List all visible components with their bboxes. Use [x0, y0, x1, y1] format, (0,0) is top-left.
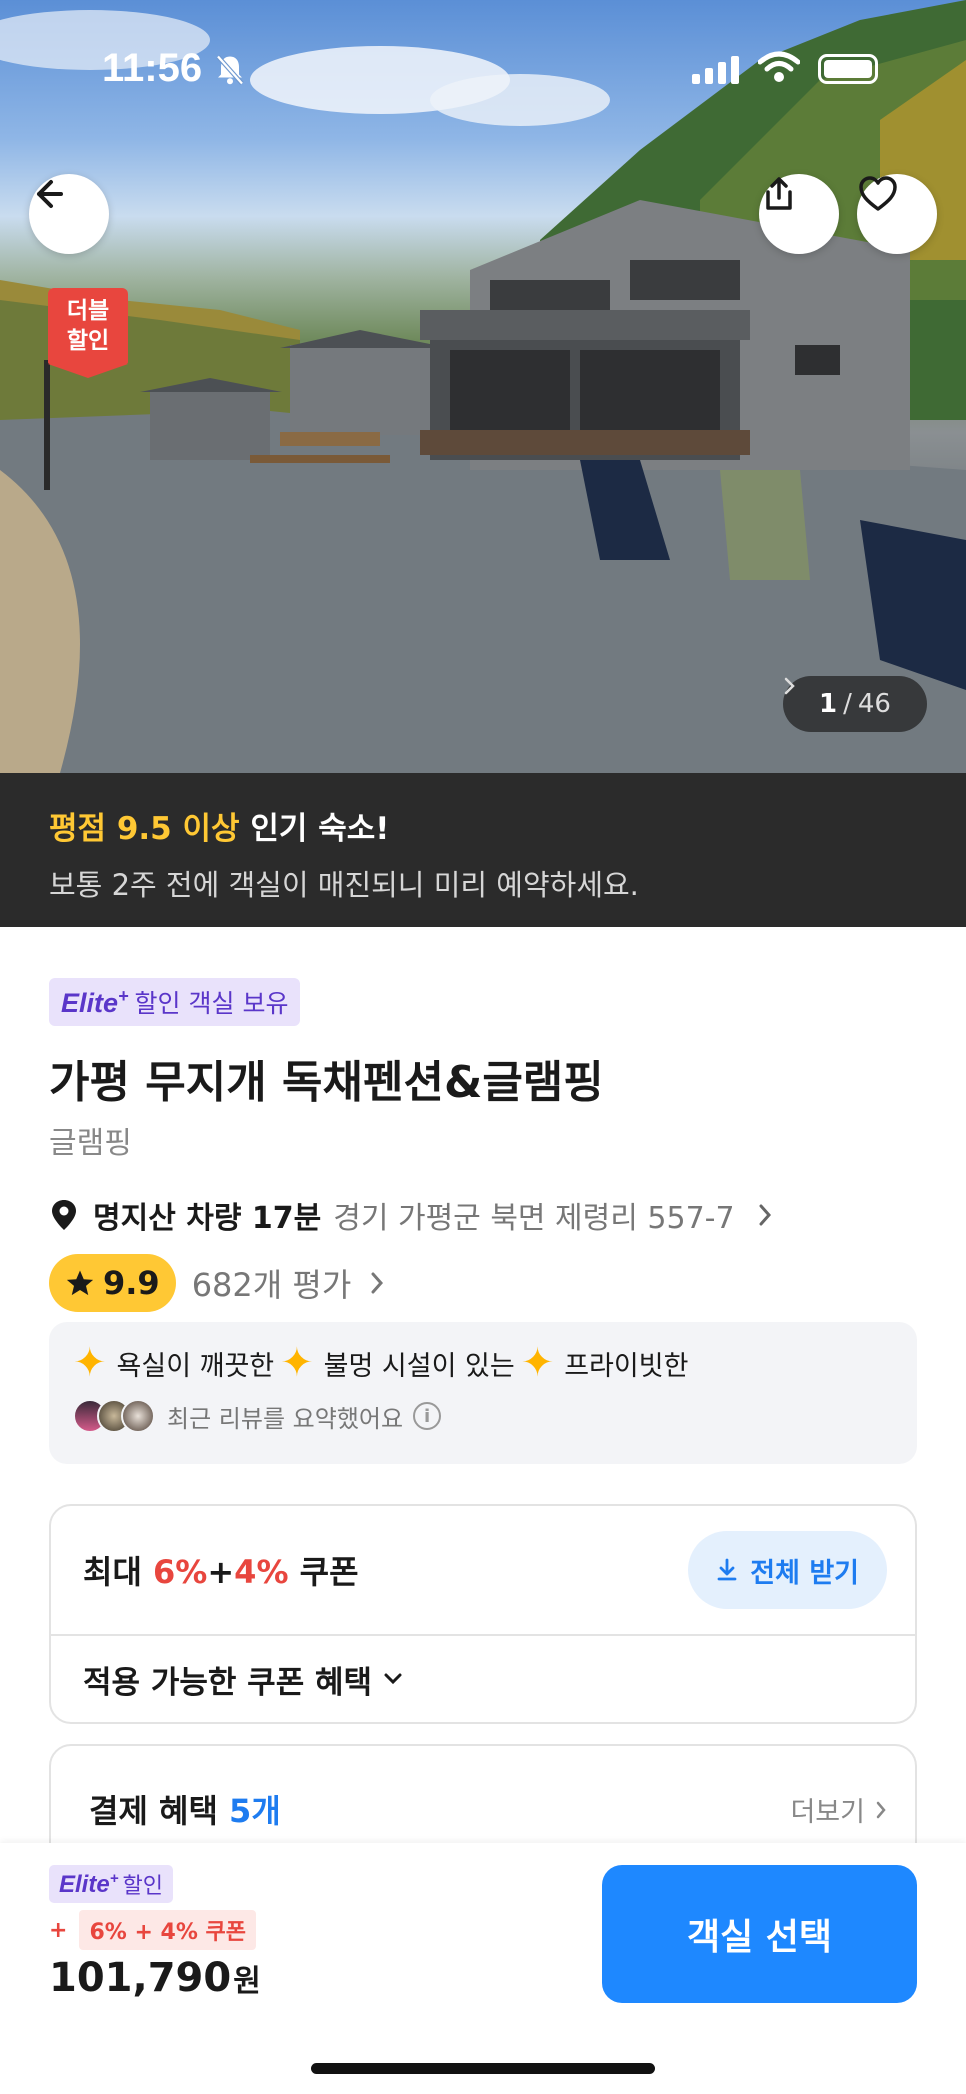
chevron-right-icon: [784, 677, 795, 695]
heart-icon: [859, 176, 897, 211]
popular-banner: 평점 9.5 이상 인기 숙소! 보통 2주 전에 객실이 매진되니 미리 예약…: [0, 773, 966, 927]
chevron-down-icon: [384, 1673, 402, 1685]
property-name: 가평 무지개 독채펜션&글램핑: [49, 1057, 604, 1108]
double-discount-badge: 더블 할인: [48, 288, 128, 378]
popular-subtitle: 보통 2주 전에 객실이 매진되니 미리 예약하세요.: [49, 868, 639, 902]
review-keywords: ✦ 욕실이 깨끗한 ✦ 불멍 시설이 있는 ✦ 프라이빗한: [73, 1340, 893, 1386]
popular-title: 평점 9.5 이상 인기 숙소!: [49, 803, 917, 848]
coupon-chip: 6% + 4% 쿠폰: [79, 1910, 257, 1950]
price-currency: 원: [233, 1964, 261, 1999]
coupon-card: 최대 6%+4% 쿠폰 전체 받기 적용 가능한 쿠폰 혜택: [49, 1504, 917, 1724]
hero-photo[interactable]: 11:56 더블 할인 1 / 46: [0, 0, 966, 773]
bottom-coupon-info: + 6% + 4% 쿠폰: [49, 1910, 257, 1950]
status-bar: 11:56: [0, 44, 966, 94]
share-button[interactable]: [759, 174, 839, 254]
elite-logo: Elite+: [59, 1869, 119, 1898]
review-summary-text: 최근 리뷰를 요약했어요: [167, 1404, 404, 1433]
rating-score: 9.9: [103, 1264, 160, 1302]
review-keyword: ✦ 불멍 시설이 있는: [280, 1340, 515, 1386]
review-summary-note: 최근 리뷰를 요약했어요 i: [73, 1398, 893, 1434]
bottom-booking-bar: Elite+ 할인 + 6% + 4% 쿠폰 101,790원 객실 선택: [0, 1843, 966, 2094]
final-price: 101,790원: [49, 1955, 261, 2001]
bottom-elite-tag: Elite+ 할인: [49, 1865, 173, 1903]
sparkle-icon: ✦: [73, 1340, 107, 1386]
payment-benefits-title: 결제 혜택 5개: [89, 1792, 281, 1830]
review-keyword: ✦ 욕실이 깨끗한: [73, 1340, 275, 1386]
status-time: 11:56: [102, 46, 203, 90]
get-all-label: 전체 받기: [750, 1557, 859, 1589]
get-all-coupons-button[interactable]: 전체 받기: [688, 1531, 887, 1609]
coupon-header: 최대 6%+4% 쿠폰 전체 받기: [51, 1506, 915, 1636]
rating-row[interactable]: 9.9 682개 평가: [49, 1254, 385, 1312]
elite-tag-text: 할인 객실 보유: [134, 989, 289, 1018]
photo-current: 1: [819, 689, 838, 719]
property-category: 글램핑: [49, 1126, 132, 1161]
photo-counter[interactable]: 1 / 46: [783, 676, 927, 732]
price-amount: 101,790: [49, 1955, 232, 2001]
photo-total: 46: [857, 689, 891, 719]
download-icon: [717, 1558, 737, 1581]
wifi-icon: [758, 51, 800, 82]
cellular-signal-icon: [692, 56, 739, 84]
badge-line2: 할인: [66, 328, 110, 354]
payment-more-link[interactable]: 더보기: [790, 1790, 887, 1829]
sparkle-icon: ✦: [520, 1340, 555, 1386]
popular-highlight: 평점 9.5 이상: [49, 811, 240, 847]
property-address: 경기 가평군 북면 제령리 557-7: [333, 1201, 735, 1236]
elite-logo: Elite+: [61, 985, 129, 1018]
avatar: [121, 1399, 155, 1433]
select-room-button[interactable]: 객실 선택: [602, 1865, 917, 2003]
photo-separator: /: [843, 689, 852, 719]
star-icon: [66, 1270, 94, 1296]
chevron-right-icon: [759, 1204, 771, 1226]
popular-title-rest: 인기 숙소!: [239, 811, 390, 847]
back-button[interactable]: [29, 174, 109, 254]
coupon-title: 최대 6%+4% 쿠폰: [83, 1553, 359, 1591]
coupon-benefits-label: 적용 가능한 쿠폰 혜택: [83, 1664, 373, 1701]
chevron-right-icon: [876, 1801, 886, 1818]
hero-photo-illustration: [0, 0, 966, 773]
location-pin-icon: [52, 1200, 76, 1230]
rating-badge: 9.9: [49, 1254, 176, 1312]
landmark-distance: 명지산 차량 17분: [93, 1201, 322, 1236]
chevron-right-icon: [371, 1272, 384, 1294]
review-count: 682개 평가: [191, 1266, 352, 1304]
review-keyword: ✦ 프라이빗한: [520, 1340, 689, 1386]
arrow-left-icon: [37, 180, 63, 208]
silent-bell-icon: [216, 55, 244, 85]
share-icon: [766, 177, 792, 210]
coupon-benefits-toggle[interactable]: 적용 가능한 쿠폰 혜택: [51, 1636, 915, 1722]
battery-icon: [818, 54, 878, 84]
elite-discount-tag: Elite+ 할인 객실 보유: [49, 978, 301, 1026]
home-indicator[interactable]: [311, 2063, 655, 2074]
location-row[interactable]: 명지산 차량 17분 경기 가평군 북면 제령리 557-7: [49, 1192, 773, 1238]
badge-line1: 더블: [66, 298, 110, 324]
reviewer-avatars: [73, 1399, 155, 1433]
info-icon[interactable]: i: [413, 1402, 442, 1430]
review-summary-box[interactable]: ✦ 욕실이 깨끗한 ✦ 불멍 시설이 있는 ✦ 프라이빗한 최근 리뷰를 요약했어요 …: [49, 1322, 917, 1464]
sparkle-icon: ✦: [280, 1340, 314, 1386]
bottom-elite-label: 할인: [122, 1874, 163, 1899]
coupon-plus-sign: +: [49, 1917, 68, 1943]
favorite-button[interactable]: [857, 174, 937, 254]
